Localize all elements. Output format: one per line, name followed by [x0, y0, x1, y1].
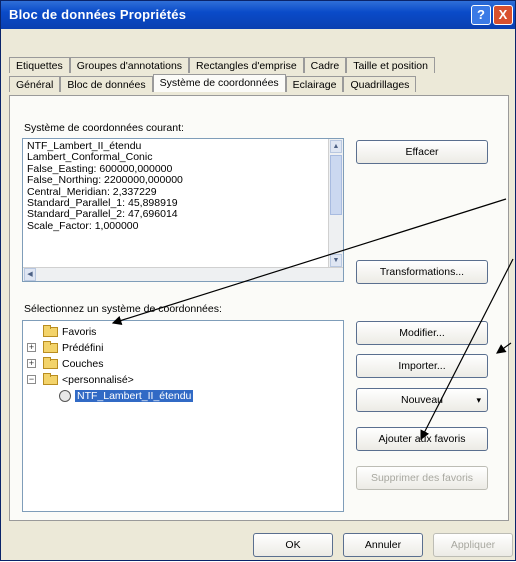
tab-systeme-coordonnees[interactable]: Système de coordonnées	[152, 74, 286, 92]
arrow-to-nouveau	[496, 342, 512, 354]
arrow-to-favoris	[111, 198, 507, 326]
arrow-to-ajouter-favoris	[420, 258, 514, 441]
properties-dialog: Bloc de données Propriétés ? X Etiquette…	[0, 0, 516, 561]
